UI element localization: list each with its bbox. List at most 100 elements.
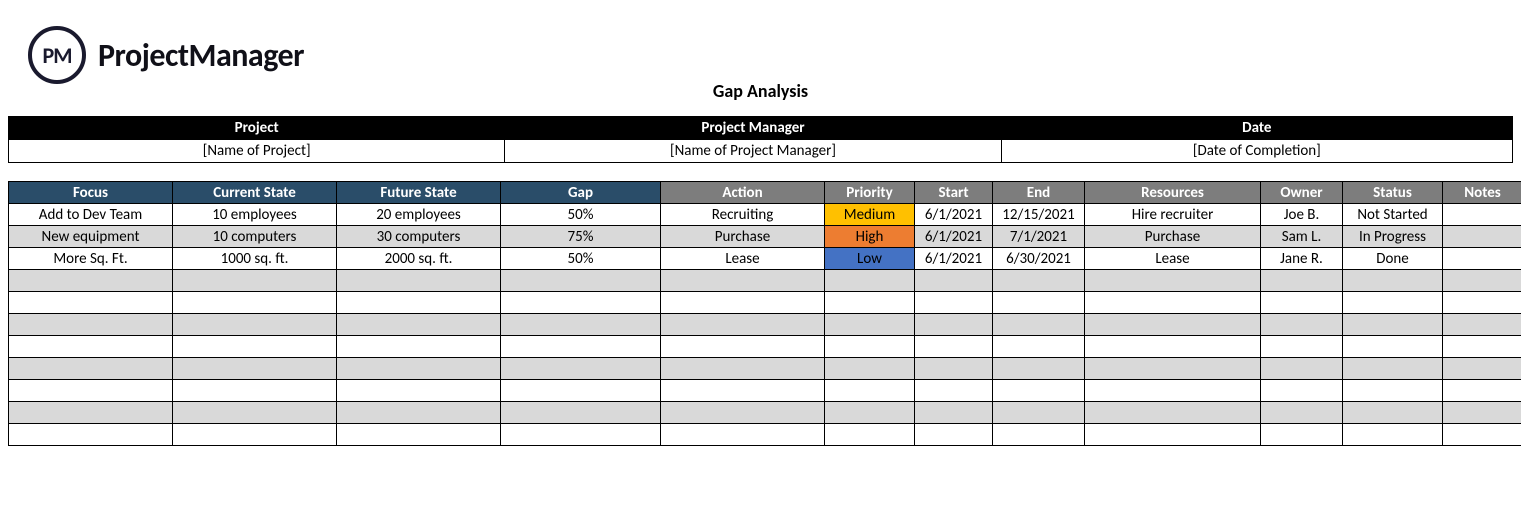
cell-future[interactable]: [337, 314, 501, 336]
meta-project-value[interactable]: [Name of Project]: [9, 140, 505, 163]
cell-notes[interactable]: [1443, 226, 1521, 248]
cell-start[interactable]: [915, 424, 993, 446]
cell-action[interactable]: Lease: [661, 248, 825, 270]
cell-notes[interactable]: [1443, 358, 1521, 380]
cell-start[interactable]: [915, 402, 993, 424]
cell-gap[interactable]: [501, 380, 661, 402]
cell-status[interactable]: Not Started: [1343, 204, 1443, 226]
cell-gap[interactable]: [501, 402, 661, 424]
cell-action[interactable]: [661, 424, 825, 446]
cell-focus[interactable]: [9, 424, 173, 446]
cell-notes[interactable]: [1443, 292, 1521, 314]
cell-action[interactable]: [661, 336, 825, 358]
cell-priority[interactable]: High: [825, 226, 915, 248]
cell-start[interactable]: [915, 270, 993, 292]
cell-focus[interactable]: [9, 270, 173, 292]
cell-current[interactable]: 10 computers: [173, 226, 337, 248]
cell-future[interactable]: [337, 292, 501, 314]
cell-notes[interactable]: [1443, 380, 1521, 402]
cell-action[interactable]: [661, 358, 825, 380]
cell-notes[interactable]: [1443, 204, 1521, 226]
cell-notes[interactable]: [1443, 248, 1521, 270]
cell-focus[interactable]: [9, 314, 173, 336]
cell-owner[interactable]: Jane R.: [1261, 248, 1343, 270]
cell-status[interactable]: In Progress: [1343, 226, 1443, 248]
cell-future[interactable]: [337, 380, 501, 402]
cell-priority[interactable]: [825, 292, 915, 314]
cell-focus[interactable]: [9, 380, 173, 402]
cell-owner[interactable]: [1261, 336, 1343, 358]
cell-priority[interactable]: [825, 380, 915, 402]
cell-end[interactable]: 7/1/2021: [993, 226, 1085, 248]
cell-current[interactable]: 10 employees: [173, 204, 337, 226]
cell-resources[interactable]: Lease: [1085, 248, 1261, 270]
cell-end[interactable]: [993, 380, 1085, 402]
cell-priority[interactable]: [825, 314, 915, 336]
cell-resources[interactable]: [1085, 358, 1261, 380]
cell-owner[interactable]: [1261, 424, 1343, 446]
cell-gap[interactable]: [501, 358, 661, 380]
cell-status[interactable]: [1343, 336, 1443, 358]
cell-owner[interactable]: [1261, 358, 1343, 380]
cell-future[interactable]: 2000 sq. ft.: [337, 248, 501, 270]
cell-future[interactable]: 20 employees: [337, 204, 501, 226]
cell-gap[interactable]: 50%: [501, 204, 661, 226]
cell-owner[interactable]: [1261, 402, 1343, 424]
cell-notes[interactable]: [1443, 270, 1521, 292]
cell-start[interactable]: [915, 292, 993, 314]
cell-status[interactable]: [1343, 380, 1443, 402]
cell-owner[interactable]: Sam L.: [1261, 226, 1343, 248]
cell-focus[interactable]: [9, 292, 173, 314]
cell-current[interactable]: [173, 270, 337, 292]
cell-start[interactable]: 6/1/2021: [915, 248, 993, 270]
meta-manager-value[interactable]: [Name of Project Manager]: [505, 140, 1001, 163]
cell-gap[interactable]: [501, 270, 661, 292]
cell-status[interactable]: [1343, 292, 1443, 314]
cell-resources[interactable]: [1085, 292, 1261, 314]
cell-resources[interactable]: [1085, 380, 1261, 402]
cell-resources[interactable]: Purchase: [1085, 226, 1261, 248]
cell-priority[interactable]: [825, 336, 915, 358]
cell-priority[interactable]: Medium: [825, 204, 915, 226]
cell-status[interactable]: [1343, 424, 1443, 446]
cell-owner[interactable]: [1261, 314, 1343, 336]
cell-notes[interactable]: [1443, 336, 1521, 358]
cell-resources[interactable]: [1085, 314, 1261, 336]
cell-action[interactable]: Recruiting: [661, 204, 825, 226]
cell-end[interactable]: 6/30/2021: [993, 248, 1085, 270]
cell-notes[interactable]: [1443, 424, 1521, 446]
cell-status[interactable]: [1343, 402, 1443, 424]
cell-status[interactable]: [1343, 358, 1443, 380]
cell-status[interactable]: [1343, 314, 1443, 336]
cell-future[interactable]: [337, 424, 501, 446]
cell-current[interactable]: [173, 380, 337, 402]
meta-date-value[interactable]: [Date of Completion]: [1001, 140, 1512, 163]
cell-start[interactable]: [915, 358, 993, 380]
cell-end[interactable]: [993, 402, 1085, 424]
cell-resources[interactable]: Hire recruiter: [1085, 204, 1261, 226]
cell-current[interactable]: [173, 292, 337, 314]
cell-gap[interactable]: [501, 292, 661, 314]
cell-start[interactable]: [915, 314, 993, 336]
cell-current[interactable]: 1000 sq. ft.: [173, 248, 337, 270]
cell-owner[interactable]: [1261, 292, 1343, 314]
cell-action[interactable]: [661, 292, 825, 314]
cell-current[interactable]: [173, 358, 337, 380]
cell-action[interactable]: [661, 314, 825, 336]
cell-owner[interactable]: [1261, 270, 1343, 292]
cell-focus[interactable]: [9, 402, 173, 424]
cell-priority[interactable]: [825, 358, 915, 380]
cell-current[interactable]: [173, 314, 337, 336]
cell-resources[interactable]: [1085, 402, 1261, 424]
cell-future[interactable]: [337, 270, 501, 292]
cell-notes[interactable]: [1443, 314, 1521, 336]
cell-focus[interactable]: More Sq. Ft.: [9, 248, 173, 270]
cell-action[interactable]: [661, 402, 825, 424]
cell-priority[interactable]: [825, 270, 915, 292]
cell-end[interactable]: [993, 336, 1085, 358]
cell-future[interactable]: 30 computers: [337, 226, 501, 248]
cell-notes[interactable]: [1443, 402, 1521, 424]
cell-focus[interactable]: [9, 336, 173, 358]
cell-end[interactable]: [993, 270, 1085, 292]
cell-start[interactable]: 6/1/2021: [915, 226, 993, 248]
